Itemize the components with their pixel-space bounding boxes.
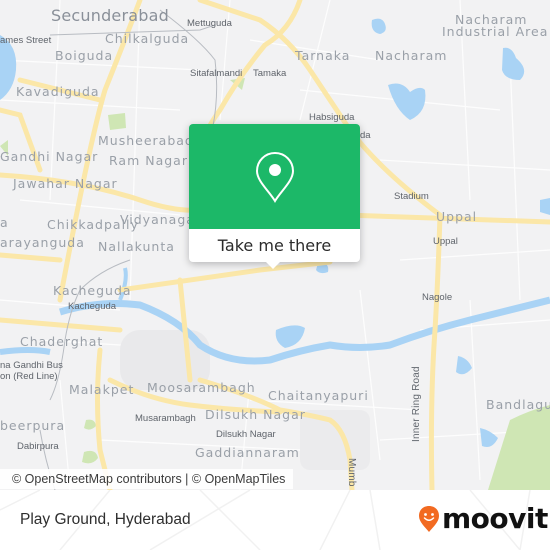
label-inner-ring-road: Inner Ring Road [411, 366, 422, 442]
label-kacheguda-small: Kacheguda [68, 301, 117, 312]
label-narayanguda: arayanguda [0, 235, 85, 250]
label-dabirpura: Dabirpura [17, 441, 59, 452]
label-mettuguda: Mettuguda [187, 18, 232, 29]
label-nagole: Nagole [422, 292, 453, 303]
label-mgbs-line1: na Gandhi Bus [0, 360, 63, 371]
map-view[interactable]: Secunderabad Mettuguda ames Street Chilk… [0, 0, 550, 490]
label-chaitanyapuri: Chaitanyapuri [268, 388, 369, 403]
label-stadium: Stadium [394, 191, 429, 202]
label-chaderghat: Chaderghat [20, 334, 104, 349]
label-habsiguda-partial: da [360, 130, 371, 141]
popup-pointer [265, 261, 281, 269]
label-nacharam: Nacharam [375, 48, 448, 63]
label-uppal-small: Uppal [433, 236, 458, 247]
label-dilsukh-nagar: Dilsukh Nagar [205, 407, 306, 422]
label-malakpet: Malakpet [69, 382, 135, 397]
label-secunderabad: Secunderabad [51, 6, 169, 25]
label-musarambagh: Musarambagh [135, 413, 196, 424]
location-pin-icon [255, 151, 294, 203]
place-title: Play Ground, Hyderabad [20, 511, 191, 528]
label-uppal: Uppal [436, 209, 478, 224]
label-musheerabad: Musheerabad [98, 133, 194, 148]
label-ram-nagar: Ram Nagar [109, 153, 188, 168]
moovit-pin-smile-icon [419, 506, 439, 532]
moovit-logo[interactable]: moovit [418, 504, 548, 534]
moovit-wordmark: moovit [442, 502, 548, 535]
label-habsiguda: Habsiguda [309, 112, 355, 123]
label-gandhi-nagar: Gandhi Nagar [0, 149, 99, 164]
label-moosarambagh: Moosarambagh [147, 380, 256, 395]
map-attribution[interactable]: © OpenStreetMap contributors | © OpenMap… [0, 469, 294, 489]
label-tarnaka: Tarnaka [295, 48, 351, 63]
label-gaddiannaram: Gaddiannaram [195, 445, 300, 460]
label-jawahar-nagar: Jawahar Nagar [13, 176, 118, 191]
label-kacheguda: Kacheguda [53, 283, 132, 298]
popup-header [189, 124, 360, 229]
label-dilsukh-nagar-small: Dilsukh Nagar [216, 429, 276, 440]
label-industrial-area: Industrial Area [442, 24, 549, 39]
label-bandlaguda: Bandlaguda [486, 397, 550, 412]
footer-bar: Play Ground, Hyderabad moovit [0, 490, 550, 550]
label-boiguda: Boiguda [55, 48, 114, 63]
label-james-street: ames Street [0, 35, 52, 46]
take-me-there-button[interactable]: Take me there [189, 229, 360, 262]
label-left-a: a [0, 215, 9, 230]
label-tarnaka-small: Tamaka [253, 68, 287, 79]
label-mumbai-highway: Mumb [346, 458, 357, 487]
label-kavadiguda: Kavadiguda [16, 84, 100, 99]
label-mgbs-line2: on (Red Line) [0, 371, 58, 382]
label-azampura: beerpura [0, 418, 66, 433]
label-sitafalmandi: Sitafalmandi [190, 68, 243, 79]
label-chilkalguda: Chilkalguda [105, 31, 190, 46]
location-popup[interactable]: Take me there [189, 124, 360, 269]
label-nallakunta: Nallakunta [98, 239, 175, 254]
